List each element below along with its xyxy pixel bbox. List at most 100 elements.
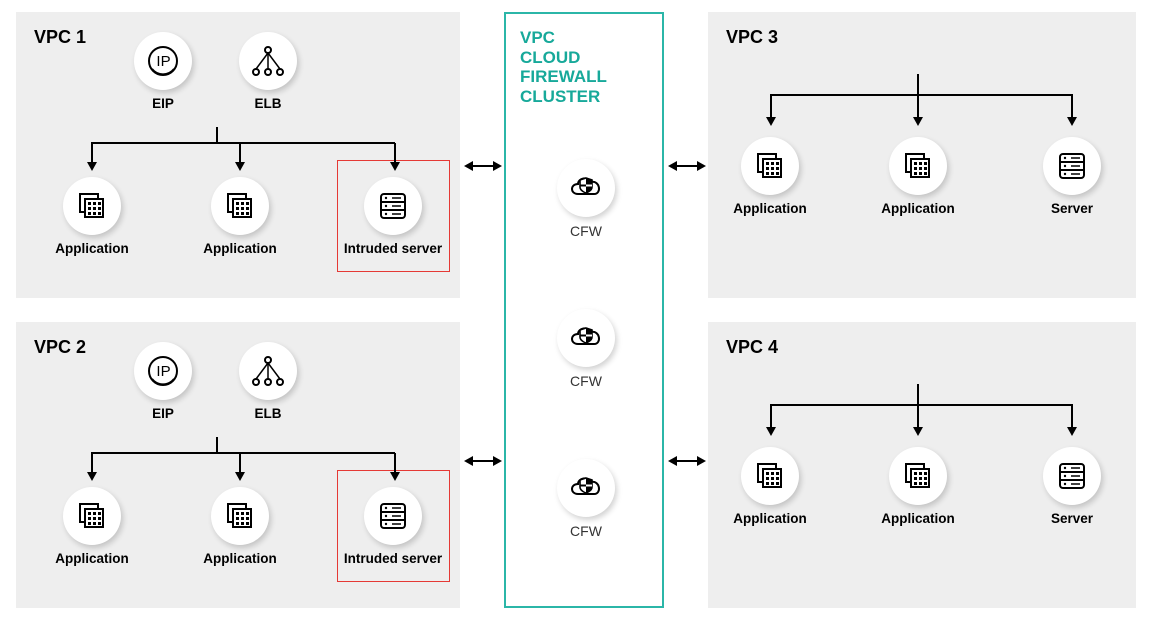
node-label: Application <box>730 511 810 526</box>
cfw-icon <box>557 309 615 367</box>
node-eip: IP EIP <box>133 342 193 421</box>
node-cfw: CFW <box>556 159 616 239</box>
node-elb: ELB <box>238 342 298 421</box>
node-application: Application <box>52 487 132 566</box>
node-label: CFW <box>556 523 616 539</box>
svg-text:IP: IP <box>156 363 170 380</box>
arrow-left-icon <box>668 161 677 171</box>
application-icon <box>889 137 947 195</box>
connector-line <box>770 404 772 428</box>
vpc-panel-3: VPC 3 Application Application Server <box>708 12 1136 298</box>
connector-line <box>1071 94 1073 118</box>
node-label: Application <box>52 551 132 566</box>
connector-line <box>216 127 218 143</box>
arrow-down-icon <box>766 427 776 436</box>
node-server: Server <box>1032 137 1112 216</box>
connector-line <box>917 94 919 118</box>
node-eip: IP EIP <box>133 32 193 111</box>
application-icon <box>889 447 947 505</box>
arrow-down-icon <box>766 117 776 126</box>
eip-icon: IP <box>134 342 192 400</box>
vpc-title: VPC 4 <box>726 337 778 358</box>
svg-text:IP: IP <box>156 53 170 70</box>
connector-line <box>770 94 1072 96</box>
node-application: Application <box>730 447 810 526</box>
arrow-right-icon <box>493 161 502 171</box>
arrow-left-icon <box>464 456 473 466</box>
connector-line <box>216 437 218 453</box>
vpc-title: VPC 2 <box>34 337 86 358</box>
arrow-right-icon <box>697 161 706 171</box>
application-icon <box>741 447 799 505</box>
connector-line <box>917 74 919 94</box>
arrow-down-icon <box>1067 427 1077 436</box>
arrow-down-icon <box>390 162 400 171</box>
vpc-panel-4: VPC 4 Application Application Server <box>708 322 1136 608</box>
elb-icon <box>239 32 297 90</box>
firewall-cluster-panel: VPC CLOUD FIREWALL CLUSTER CFW CFW CFW <box>504 12 664 608</box>
connector-line <box>917 404 919 428</box>
arrow-left-icon <box>668 456 677 466</box>
arrow-right-icon <box>697 456 706 466</box>
arrow-down-icon <box>87 472 97 481</box>
arrow-right-icon <box>493 456 502 466</box>
arrow-down-icon <box>913 117 923 126</box>
connector-line <box>91 143 93 163</box>
vpc-panel-2: VPC 2 IP EIP ELB Application Application… <box>16 322 460 608</box>
node-application: Application <box>200 177 280 256</box>
node-application: Application <box>730 137 810 216</box>
arrow-left-icon <box>464 161 473 171</box>
connector-line <box>917 384 919 404</box>
node-label: Server <box>1032 511 1112 526</box>
connector-line <box>394 143 396 163</box>
server-icon <box>1043 447 1101 505</box>
arrow-down-icon <box>235 162 245 171</box>
node-label: ELB <box>238 96 298 111</box>
application-icon <box>211 487 269 545</box>
bidirectional-arrow <box>676 460 698 462</box>
vpc-panel-1: VPC 1 IP EIP ELB Application Application… <box>16 12 460 298</box>
node-application: Application <box>878 137 958 216</box>
node-application: Application <box>52 177 132 256</box>
cfw-icon <box>557 459 615 517</box>
node-label: Application <box>200 241 280 256</box>
intruded-highlight-box <box>337 470 450 582</box>
bidirectional-arrow <box>472 460 494 462</box>
node-label: Application <box>878 511 958 526</box>
connector-line <box>394 453 396 473</box>
eip-icon: IP <box>134 32 192 90</box>
node-label: CFW <box>556 223 616 239</box>
node-label: Server <box>1032 201 1112 216</box>
application-icon <box>63 487 121 545</box>
bidirectional-arrow <box>676 165 698 167</box>
vpc-title: VPC 3 <box>726 27 778 48</box>
server-icon <box>1043 137 1101 195</box>
node-application: Application <box>878 447 958 526</box>
connector-line <box>770 404 1072 406</box>
vpc-title: VPC 1 <box>34 27 86 48</box>
arrow-down-icon <box>1067 117 1077 126</box>
application-icon <box>211 177 269 235</box>
cfw-icon <box>557 159 615 217</box>
connector-line <box>91 452 395 454</box>
application-icon <box>741 137 799 195</box>
node-elb: ELB <box>238 32 298 111</box>
node-application: Application <box>200 487 280 566</box>
connector-line <box>1071 404 1073 428</box>
bidirectional-arrow <box>472 165 494 167</box>
application-icon <box>63 177 121 235</box>
node-label: ELB <box>238 406 298 421</box>
node-server: Server <box>1032 447 1112 526</box>
firewall-cluster-title: VPC CLOUD FIREWALL CLUSTER <box>520 28 607 106</box>
node-label: Application <box>200 551 280 566</box>
elb-icon <box>239 342 297 400</box>
node-label: CFW <box>556 373 616 389</box>
arrow-down-icon <box>87 162 97 171</box>
node-label: EIP <box>133 406 193 421</box>
arrow-down-icon <box>390 472 400 481</box>
intruded-highlight-box <box>337 160 450 272</box>
arrow-down-icon <box>913 427 923 436</box>
node-label: EIP <box>133 96 193 111</box>
node-label: Application <box>878 201 958 216</box>
connector-line <box>239 143 241 163</box>
